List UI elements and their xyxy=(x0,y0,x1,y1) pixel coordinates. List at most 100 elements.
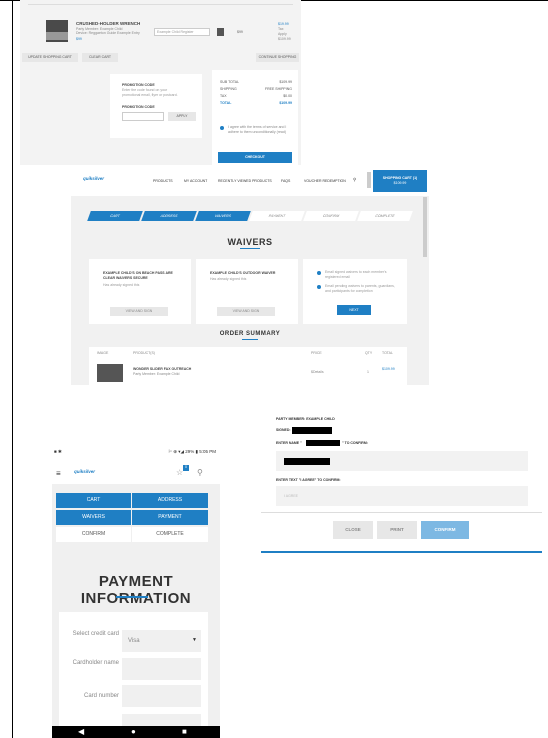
nav-my-account[interactable]: MY ACCOUNT xyxy=(184,179,207,184)
subtotal-label: SUB TOTAL xyxy=(220,80,240,84)
order-table: IMAGE PRODUCT(S) PRICE QTY TOTAL WONDER … xyxy=(89,347,407,385)
email-signed-text: Email signed waivers to each member's re… xyxy=(325,270,387,279)
title-underline xyxy=(240,248,260,249)
payment-title: PAYMENT INFORMATION xyxy=(80,573,192,607)
mobile-step-confirm[interactable]: CONFIRM xyxy=(56,527,131,542)
print-button[interactable]: PRINT xyxy=(377,521,417,539)
mobile-step-complete[interactable]: COMPLETE xyxy=(132,527,208,542)
subtotal-value: $109.99 xyxy=(279,80,292,84)
step-confirm[interactable]: CONFIRM xyxy=(303,211,359,221)
line-note-4: $109.99 xyxy=(278,37,291,41)
quantity-toggle[interactable] xyxy=(367,172,371,188)
mobile-step-waivers[interactable]: WAIVERS xyxy=(56,510,131,525)
email-signed-checkbox[interactable] xyxy=(317,271,321,275)
cardholder-label: Cardholder name xyxy=(72,660,119,666)
left-rule xyxy=(12,0,13,738)
credit-card-select[interactable]: Visa xyxy=(122,630,201,652)
confirm-name-suffix: " TO CONFIRM: xyxy=(342,441,368,445)
mobile-step-payment[interactable]: PAYMENT xyxy=(132,510,208,525)
close-button[interactable]: CLOSE xyxy=(333,521,373,539)
cart-button-total: $109.99 xyxy=(393,180,407,185)
product-meta-2: Device: Reggaeton Guide Example Entry xyxy=(76,31,140,35)
view-and-sign-button-2[interactable]: VIEW AND SIGN xyxy=(217,307,275,316)
order-item-detail: Party Member: Example Child xyxy=(133,372,180,376)
status-icons-left: ■ ✱ xyxy=(54,449,62,454)
col-products: PRODUCT(S) xyxy=(133,351,155,355)
order-item-image xyxy=(97,364,123,382)
continue-shopping-button[interactable]: CONTINUE SHOPPING xyxy=(256,53,299,62)
total-value: $109.99 xyxy=(279,101,292,105)
search-icon[interactable]: ⚲ xyxy=(353,177,356,183)
unit-price: $99 xyxy=(237,30,243,34)
checkout-button[interactable]: CHECKOUT xyxy=(218,152,292,163)
nav-products[interactable]: PRODUCTS xyxy=(153,179,173,184)
nav-voucher[interactable]: VOUCHER REDEMPTION xyxy=(304,179,346,184)
phone-payment-screenshot: ■ ✱ ⚐ ⊕ ▾◢ 29% ▮ 5:05 PM ≡ quiksilver ☆ … xyxy=(52,440,220,738)
order-item-qty: 1 xyxy=(367,370,369,374)
nav-recent[interactable]: RECENTLY VIEWED PRODUCTS xyxy=(218,179,272,184)
promo-field-label: PROMOTION CODE xyxy=(122,105,155,109)
agree-input[interactable]: I AGREE xyxy=(276,486,528,506)
email-pending-checkbox[interactable] xyxy=(317,285,321,289)
phone-logo[interactable]: quiksilver xyxy=(74,469,95,474)
signed-name-redacted xyxy=(292,427,332,434)
android-nav-bar: ◀ ● ■ xyxy=(52,726,220,738)
col-qty: QTY xyxy=(365,351,373,355)
home-icon[interactable]: ● xyxy=(131,728,136,736)
confirm-name-prefix: ENTER NAME " xyxy=(276,441,302,445)
nav-faqs[interactable]: FAQS xyxy=(281,179,290,184)
promo-code-input[interactable] xyxy=(122,112,164,121)
order-item-price: $Details xyxy=(311,370,324,374)
promo-text: Enter the code found on your promotional… xyxy=(122,88,178,97)
quantity-stepper[interactable] xyxy=(217,28,224,36)
recents-icon[interactable]: ■ xyxy=(182,728,187,736)
order-item-total: $109.99 xyxy=(382,367,395,371)
order-item-name: WONDER SLIDER FAX OUTREACH xyxy=(133,367,192,371)
search-icon-mobile[interactable]: ⚲ xyxy=(197,468,203,477)
step-waivers[interactable]: WAIVERS xyxy=(195,211,251,221)
menu-icon[interactable]: ≡ xyxy=(56,469,61,478)
step-complete[interactable]: COMPLETE xyxy=(357,211,413,221)
page-title: WAIVERS xyxy=(227,237,273,247)
card-number-input[interactable] xyxy=(122,685,201,707)
confirm-name-input[interactable] xyxy=(276,451,528,471)
cardholder-input[interactable] xyxy=(122,658,201,680)
line-note-1: $19.99 xyxy=(278,22,289,26)
order-summary-title: ORDER SUMMARY xyxy=(219,331,281,337)
back-icon[interactable]: ◀ xyxy=(78,728,84,736)
agree-checkbox[interactable] xyxy=(220,126,224,130)
shopping-cart-button[interactable]: SHOPPING CART (1) $109.99 xyxy=(373,170,427,192)
col-price: PRICE xyxy=(311,351,322,355)
line-note-3: Apply xyxy=(278,32,287,36)
view-and-sign-button-1[interactable]: VIEW AND SIGN xyxy=(110,307,168,316)
site-logo[interactable]: quiksilver xyxy=(83,176,104,181)
line-note-2: Tax xyxy=(278,27,284,31)
waiver-confirm-screenshot: PARTY MEMBER: EXAMPLE CHILD SIGNED: ENTE… xyxy=(261,407,542,555)
waiver-card-2-title: EXAMPLE CHILD'S OUTDOOR WAIVER xyxy=(210,271,276,275)
cart-screenshot: CRUSHED-HOLDER WRENCH Party Member: Exam… xyxy=(20,0,301,165)
email-options-card: Email signed waivers to each member's re… xyxy=(303,259,407,324)
col-image: IMAGE xyxy=(97,351,109,355)
confirm-name-redacted xyxy=(306,440,340,446)
tax-label: TAX xyxy=(220,94,227,98)
clear-cart-button[interactable]: CLEAR CART xyxy=(82,53,118,62)
product-image xyxy=(46,20,68,42)
mobile-step-address[interactable]: ADDRESS xyxy=(132,493,208,508)
step-address[interactable]: ADDRESS xyxy=(141,211,197,221)
promo-title: PROMOTION CODE xyxy=(122,83,155,87)
step-payment[interactable]: PAYMENT xyxy=(249,211,305,221)
page-scrollbar[interactable] xyxy=(423,197,427,257)
modal-divider xyxy=(261,512,542,513)
agree-text: I agree with the terms of service and I … xyxy=(228,125,287,134)
step-cart[interactable]: CART xyxy=(87,211,143,221)
apply-button[interactable]: APPLY xyxy=(168,112,196,121)
product-title: CRUSHED-HOLDER WRENCH xyxy=(76,21,141,26)
mobile-step-cart[interactable]: CART xyxy=(56,493,131,508)
next-form-field[interactable] xyxy=(122,714,201,726)
confirm-button[interactable]: CONFIRM xyxy=(421,521,469,539)
party-member-select[interactable]: Example Child Register xyxy=(154,28,210,36)
next-button[interactable]: NEXT xyxy=(337,305,371,315)
shipping-value: FREE SHIPPING xyxy=(264,87,292,91)
cart-count-badge: 0 xyxy=(183,465,189,471)
update-cart-button[interactable]: UPDATE SHOPPING CART xyxy=(22,53,78,62)
